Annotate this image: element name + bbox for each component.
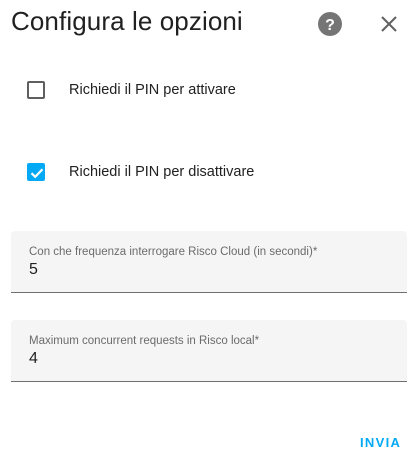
polling-interval-label: Con che frequenza interrogare Risco Clou… — [29, 246, 318, 258]
options-dialog: Configura le opzioni ? Richiedi il PIN p… — [0, 0, 420, 461]
checkmark-icon — [30, 168, 44, 179]
polling-interval-field[interactable]: Con che frequenza interrogare Risco Clou… — [11, 231, 407, 293]
option-pin-disarm-label: Richiedi il PIN per disattivare — [69, 164, 255, 180]
max-requests-label: Maximum concurrent requests in Risco loc… — [29, 335, 260, 347]
close-button[interactable] — [378, 13, 400, 35]
close-icon — [381, 16, 397, 32]
help-button[interactable]: ? — [318, 12, 342, 36]
submit-button[interactable]: INVIA — [352, 430, 409, 454]
option-pin-disarm[interactable]: Richiedi il PIN per disattivare — [27, 163, 254, 181]
dialog-title: Configura le opzioni — [11, 6, 243, 36]
option-pin-arm-label: Richiedi il PIN per attivare — [69, 82, 236, 98]
checkbox-pin-disarm[interactable] — [27, 163, 45, 181]
max-requests-field[interactable]: Maximum concurrent requests in Risco loc… — [11, 320, 407, 382]
max-requests-input[interactable] — [29, 350, 389, 368]
polling-interval-input[interactable] — [29, 261, 389, 279]
checkbox-pin-arm[interactable] — [27, 81, 45, 99]
svg-text:?: ? — [325, 17, 335, 34]
help-circle-icon: ? — [318, 12, 342, 36]
option-pin-arm[interactable]: Richiedi il PIN per attivare — [27, 81, 236, 99]
